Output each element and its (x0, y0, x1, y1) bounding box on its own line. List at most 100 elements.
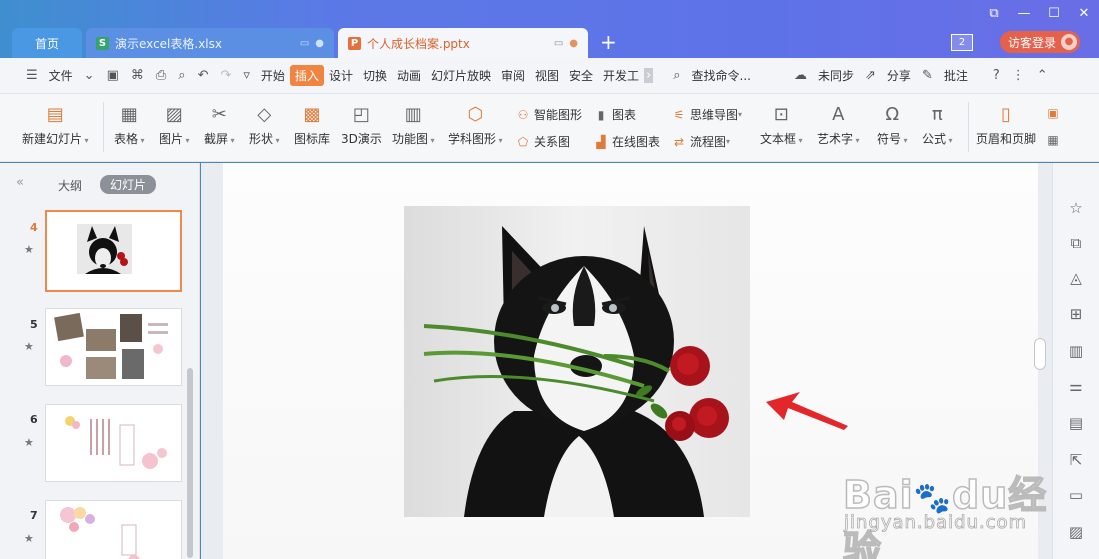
slide-thumbnail-7[interactable] (45, 500, 182, 559)
chevron-down-icon[interactable]: ⌄ (78, 68, 101, 83)
relation-chart-button[interactable]: ⬠ 关系图 (516, 133, 570, 150)
slide-number: 4 (30, 221, 38, 234)
menu-tab-developer[interactable]: 开发工 (598, 67, 644, 84)
share-button[interactable]: 分享 (882, 67, 916, 84)
menu-tab-insert[interactable]: 插入 (289, 65, 324, 86)
share-icon[interactable]: ⇗ (859, 68, 882, 83)
table-button[interactable]: ▦ 表格 ▾ (114, 104, 145, 147)
collapse-panel-icon[interactable]: « (16, 175, 24, 190)
fill-icon[interactable]: ◬ (1066, 268, 1086, 288)
window-count-badge[interactable]: 2 (951, 34, 973, 51)
menu-bar: ☰ 文件 ⌄ ▣ ⌘ ⎙ ⌕ ↶ ↷ ▿ 开始 插入 设计 切换 动画 幻灯片放… (0, 58, 1099, 94)
menu-tab-review[interactable]: 审阅 (496, 67, 530, 84)
monitor-icon[interactable]: ▭ (300, 38, 309, 49)
ribbon-divider (968, 102, 969, 152)
menu-tab-animation[interactable]: 动画 (392, 67, 426, 84)
search-command-input[interactable]: 查找命令... (687, 67, 756, 84)
textbox-label: 文本框 (760, 132, 797, 146)
textbox-button[interactable]: ⊡ 文本框 ▾ (760, 104, 803, 147)
mind-map-button[interactable]: ⚟ 思维导图 ▾ (672, 106, 742, 123)
collapse-ribbon-icon[interactable]: ⌃ (1031, 68, 1054, 83)
gallery-icon[interactable]: ▤ (1066, 413, 1086, 433)
picture-button[interactable]: ▨ 图片 ▾ (159, 104, 190, 147)
3d-model-small-button[interactable]: ▣ (1046, 106, 1064, 120)
slide-thumbnail-6[interactable] (45, 404, 182, 482)
close-icon[interactable]: ✕ (1069, 6, 1099, 21)
smart-shape-button[interactable]: ⚇ 智能图形 (516, 106, 582, 123)
tab-pptx-file[interactable]: P 个人成长档案.pptx ▭ ● (338, 28, 588, 58)
new-slide-button[interactable]: ▤ 新建幻灯片 ▾ (22, 104, 89, 147)
header-footer-button[interactable]: ▯ 页眉和页脚 (976, 104, 1036, 147)
flow-chart-button[interactable]: ⇄ 流程图 ▾ (672, 133, 730, 150)
menu-tab-transition[interactable]: 切换 (358, 67, 392, 84)
chart-icon[interactable]: ▥ (1066, 341, 1086, 361)
cloud-sync-icon[interactable]: ☁ (788, 68, 813, 83)
menu-tab-slideshow[interactable]: 幻灯片放映 (426, 67, 496, 84)
new-tab-plus-icon[interactable]: + (600, 31, 617, 53)
menu-tab-design[interactable]: 设计 (324, 67, 358, 84)
chevron-right-icon[interactable]: › (644, 68, 654, 83)
copy-style-icon[interactable]: ⧉ (1066, 233, 1086, 253)
slide-number: 5 (30, 318, 38, 331)
date-button[interactable]: ▦ (1046, 133, 1064, 147)
search-icon[interactable]: ⌕ (667, 68, 686, 83)
customize-toolbar-icon[interactable]: ▿ (237, 68, 256, 83)
tab-home[interactable]: 首页 (12, 28, 82, 58)
settings-sliders-icon[interactable]: ⚌ (1066, 376, 1086, 396)
tab-excel-file[interactable]: S 演示excel表格.xlsx ▭ ● (86, 28, 334, 58)
comment-button[interactable]: 批注 (939, 67, 973, 84)
mind-map-label: 思维导图 (690, 108, 739, 122)
pin-icon[interactable]: ⧉ (979, 6, 1009, 21)
tab-slides[interactable]: 幻灯片 (100, 175, 157, 194)
help-icon[interactable]: ? (987, 68, 1006, 83)
star-icon[interactable]: ☆ (1066, 198, 1086, 218)
sync-status[interactable]: 未同步 (813, 67, 859, 84)
more-icon[interactable]: ⋮ (1006, 68, 1031, 83)
undo-icon[interactable]: ↶ (192, 68, 215, 83)
shape-icon: ◇ (257, 104, 272, 125)
3d-demo-button[interactable]: ◰ 3D演示 (341, 104, 382, 147)
grid-icon[interactable]: ⊞ (1066, 304, 1086, 324)
symbol-button[interactable]: Ω 符号 ▾ (877, 104, 908, 147)
hamburger-menu-icon[interactable]: ☰ (20, 68, 44, 83)
formula-button[interactable]: π 公式 ▾ (922, 104, 953, 147)
export-icon[interactable]: ⇱ (1066, 450, 1086, 470)
print-preview-icon[interactable]: ⌕ (172, 68, 191, 83)
function-chart-button[interactable]: ▥ 功能图 ▾ (392, 104, 435, 147)
canvas-scrollbar-thumb[interactable] (1034, 338, 1046, 370)
header-footer-icon: ▯ (1001, 104, 1011, 125)
online-chart-button[interactable]: ▟ 在线图表 (594, 133, 660, 150)
monitor-icon[interactable]: ▭ (554, 38, 563, 49)
tab-home-label: 首页 (34, 36, 59, 51)
image-icon[interactable]: ▨ (1066, 522, 1086, 542)
guest-login-button[interactable]: 访客登录 ● (1000, 31, 1080, 53)
comment-icon[interactable]: ✎ (916, 68, 939, 83)
menu-tab-home[interactable]: 开始 (256, 67, 290, 84)
save-icon[interactable]: ▣ (101, 68, 125, 83)
archive-icon[interactable]: ▭ (1066, 485, 1086, 505)
redo-icon[interactable]: ↷ (214, 68, 237, 83)
tab-outline[interactable]: 大纲 (58, 177, 82, 194)
tab-excel-label: 演示excel表格.xlsx (115, 36, 222, 51)
husky-rose-image[interactable] (404, 206, 750, 517)
slide-number: 6 (30, 413, 38, 426)
icon-library-button[interactable]: ▩ 图标库 (294, 104, 330, 147)
slide-thumbnail-5[interactable] (45, 308, 182, 386)
format-painter-icon[interactable]: ⌘ (125, 68, 150, 83)
slide-thumbnail-4[interactable] (45, 210, 182, 292)
wordart-button[interactable]: A 艺术字 ▾ (817, 104, 860, 147)
menu-tab-view[interactable]: 视图 (530, 67, 564, 84)
subject-graphic-button[interactable]: ⬡ 学科图形 ▾ (448, 104, 503, 147)
new-slide-label: 新建幻灯片 (22, 132, 83, 146)
menu-tab-security[interactable]: 安全 (564, 67, 598, 84)
print-icon[interactable]: ⎙ (150, 68, 172, 83)
subject-graphic-icon: ⬡ (467, 104, 484, 125)
chart-button[interactable]: ▮ 图表 (594, 106, 636, 123)
panel-scrollbar[interactable] (187, 368, 193, 558)
maximize-icon[interactable]: ☐ (1039, 6, 1069, 21)
file-menu[interactable]: 文件 (44, 67, 78, 84)
screenshot-button[interactable]: ✂ 截屏 ▾ (204, 104, 235, 147)
minimize-icon[interactable]: — (1009, 6, 1039, 21)
shape-button[interactable]: ◇ 形状 ▾ (249, 104, 280, 147)
ribbon-insert: ▤ 新建幻灯片 ▾ ▦ 表格 ▾ ▨ 图片 ▾ ✂ 截屏 ▾ ◇ 形状 ▾ ▩ … (0, 94, 1099, 162)
